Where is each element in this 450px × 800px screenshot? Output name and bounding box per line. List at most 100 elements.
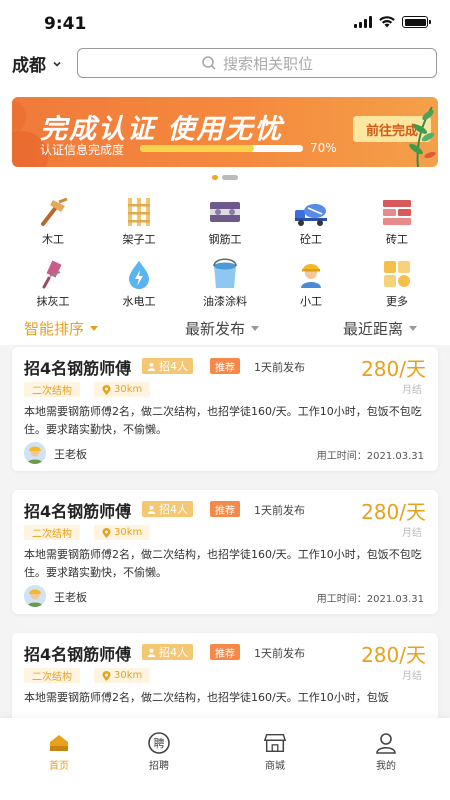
shop-icon xyxy=(263,732,287,754)
battery-icon xyxy=(402,16,431,28)
recommend-badge: 推荐 xyxy=(210,358,240,374)
pay-cycle: 月结 xyxy=(402,528,422,539)
banner-progress-percent: 70% xyxy=(310,141,337,155)
structure-tag: 二次结构 xyxy=(24,668,80,683)
work-date: 用工时间：2021.03.31 xyxy=(316,451,424,462)
header: 成都 搜索相关职位 xyxy=(0,47,450,79)
posted-time: 1天前发布 xyxy=(254,361,305,374)
tab-label: 商城 xyxy=(265,761,285,772)
tab-profile[interactable]: 我的 xyxy=(351,732,421,772)
home-icon xyxy=(47,732,71,754)
city-label: 成都 xyxy=(12,56,46,76)
job-title: 招4名钢筋师傅 xyxy=(24,502,132,521)
triangle-down-icon xyxy=(90,326,99,331)
category-grid: 木工 架子工 钢筋工 砼工 砖工 抹灰工 水电工 油漆涂料 小工 更多 xyxy=(10,196,440,310)
concrete-mixer-icon xyxy=(293,196,329,228)
job-description: 本地需要钢筋师傅2名，做二次结构，也招学徒160/天。工作10小时，包饭 xyxy=(24,691,389,704)
paint-bucket-icon xyxy=(207,258,243,290)
category-plasterer[interactable]: 抹灰工 xyxy=(10,258,96,310)
category-plumbing-electric[interactable]: 水电工 xyxy=(96,258,182,310)
posted-time: 1天前发布 xyxy=(254,504,305,517)
job-description: 本地需要钢筋师傅2名，做二次结构，也招学徒160/天。工作10小时，包饭不包吃住… xyxy=(24,405,422,436)
distance-tag: 30km xyxy=(94,668,151,683)
status-bar: 9:41 xyxy=(0,0,450,44)
status-time: 9:41 xyxy=(44,14,87,34)
distance-text: 30km xyxy=(114,527,143,538)
trowel-icon xyxy=(35,258,71,290)
category-bricklayer[interactable]: 砖工 xyxy=(354,196,440,248)
sort-nearest-tab[interactable]: 最近距离 xyxy=(343,318,418,339)
work-date: 用工时间：2021.03.31 xyxy=(316,594,424,605)
salary: 280/天 xyxy=(361,643,426,667)
category-laborer[interactable]: 小工 xyxy=(268,258,354,310)
pay-cycle: 月结 xyxy=(402,671,422,682)
tab-label: 我的 xyxy=(376,761,396,772)
distance-tag: 30km xyxy=(94,525,151,540)
category-label: 木工 xyxy=(42,233,64,246)
category-more[interactable]: 更多 xyxy=(354,258,440,310)
location-pin-icon xyxy=(102,384,111,395)
salary: 280/天 xyxy=(361,357,426,381)
cellular-signal-icon xyxy=(354,16,372,28)
banner-progress-bar xyxy=(140,145,303,152)
avatar xyxy=(24,585,46,607)
tab-shop[interactable]: 商城 xyxy=(240,732,310,772)
hire-count-text: 招4人 xyxy=(159,360,188,373)
worker-icon xyxy=(293,258,329,290)
sort-label: 最新发布 xyxy=(185,320,246,338)
triangle-down-icon xyxy=(251,326,260,331)
sort-label: 智能排序 xyxy=(24,320,85,338)
recruit-icon: 聘 xyxy=(147,732,171,754)
tab-home[interactable]: 首页 xyxy=(24,732,94,772)
sort-bar: 智能排序 最新发布 最近距离 xyxy=(0,318,450,342)
structure-tag: 二次结构 xyxy=(24,525,80,540)
pay-cycle: 月结 xyxy=(402,385,422,396)
search-icon xyxy=(202,56,216,70)
certification-banner[interactable]: 完成认证 使用无忧 认证信息完成度 70% 前往完成 xyxy=(12,97,438,167)
category-label: 更多 xyxy=(386,295,408,308)
category-concrete[interactable]: 砼工 xyxy=(268,196,354,248)
job-card[interactable]: 招4名钢筋师傅 招4人 推荐 1天前发布 280/天 月结 二次结构 30km … xyxy=(12,490,438,614)
carousel-dot xyxy=(222,175,238,180)
job-description: 本地需要钢筋师傅2名，做二次结构，也招学徒160/天。工作10小时，包饭不包吃住… xyxy=(24,548,422,579)
salary: 280/天 xyxy=(361,500,426,524)
avatar xyxy=(24,442,46,464)
chevron-down-icon xyxy=(53,61,61,67)
category-label: 小工 xyxy=(300,295,322,308)
distance-text: 30km xyxy=(114,670,143,681)
hammer-icon xyxy=(35,196,71,228)
category-rebar[interactable]: 钢筋工 xyxy=(182,196,268,248)
tab-recruit[interactable]: 聘 招聘 xyxy=(124,732,194,772)
recommend-badge: 推荐 xyxy=(210,501,240,517)
bottom-tab-bar: 首页 聘 招聘 商城 我的 xyxy=(0,718,450,800)
category-carpenter[interactable]: 木工 xyxy=(10,196,96,248)
city-selector[interactable]: 成都 xyxy=(12,51,62,76)
profile-icon xyxy=(374,732,398,754)
more-grid-icon xyxy=(379,258,415,290)
triangle-down-icon xyxy=(409,326,418,331)
hire-count-badge: 招4人 xyxy=(142,644,193,660)
distance-text: 30km xyxy=(114,384,143,395)
job-title: 招4名钢筋师傅 xyxy=(24,359,132,378)
scaffold-icon xyxy=(121,196,157,228)
category-label: 抹灰工 xyxy=(36,295,70,308)
posted-time: 1天前发布 xyxy=(254,647,305,660)
rebar-icon xyxy=(207,196,243,228)
job-card[interactable]: 招4名钢筋师傅 招4人 推荐 1天前发布 280/天 月结 二次结构 30km … xyxy=(12,347,438,471)
category-painter[interactable]: 油漆涂料 xyxy=(182,258,268,310)
job-card[interactable]: 招4名钢筋师傅 招4人 推荐 1天前发布 280/天 月结 二次结构 30km … xyxy=(12,633,438,723)
person-icon xyxy=(147,505,156,514)
search-input[interactable]: 搜索相关职位 xyxy=(77,48,437,78)
sort-smart-tab[interactable]: 智能排序 xyxy=(24,318,99,339)
category-label: 砼工 xyxy=(300,233,322,246)
category-label: 水电工 xyxy=(122,295,156,308)
sort-latest-tab[interactable]: 最新发布 xyxy=(185,318,260,339)
recommend-badge: 推荐 xyxy=(210,644,240,660)
category-scaffolder[interactable]: 架子工 xyxy=(96,196,182,248)
hire-count-text: 招4人 xyxy=(159,646,188,659)
wifi-icon xyxy=(379,16,395,28)
distance-tag: 30km xyxy=(94,382,151,397)
job-title: 招4名钢筋师傅 xyxy=(24,645,132,664)
banner-progress-label: 认证信息完成度 xyxy=(40,143,125,157)
employer-name: 王老板 xyxy=(54,591,87,604)
